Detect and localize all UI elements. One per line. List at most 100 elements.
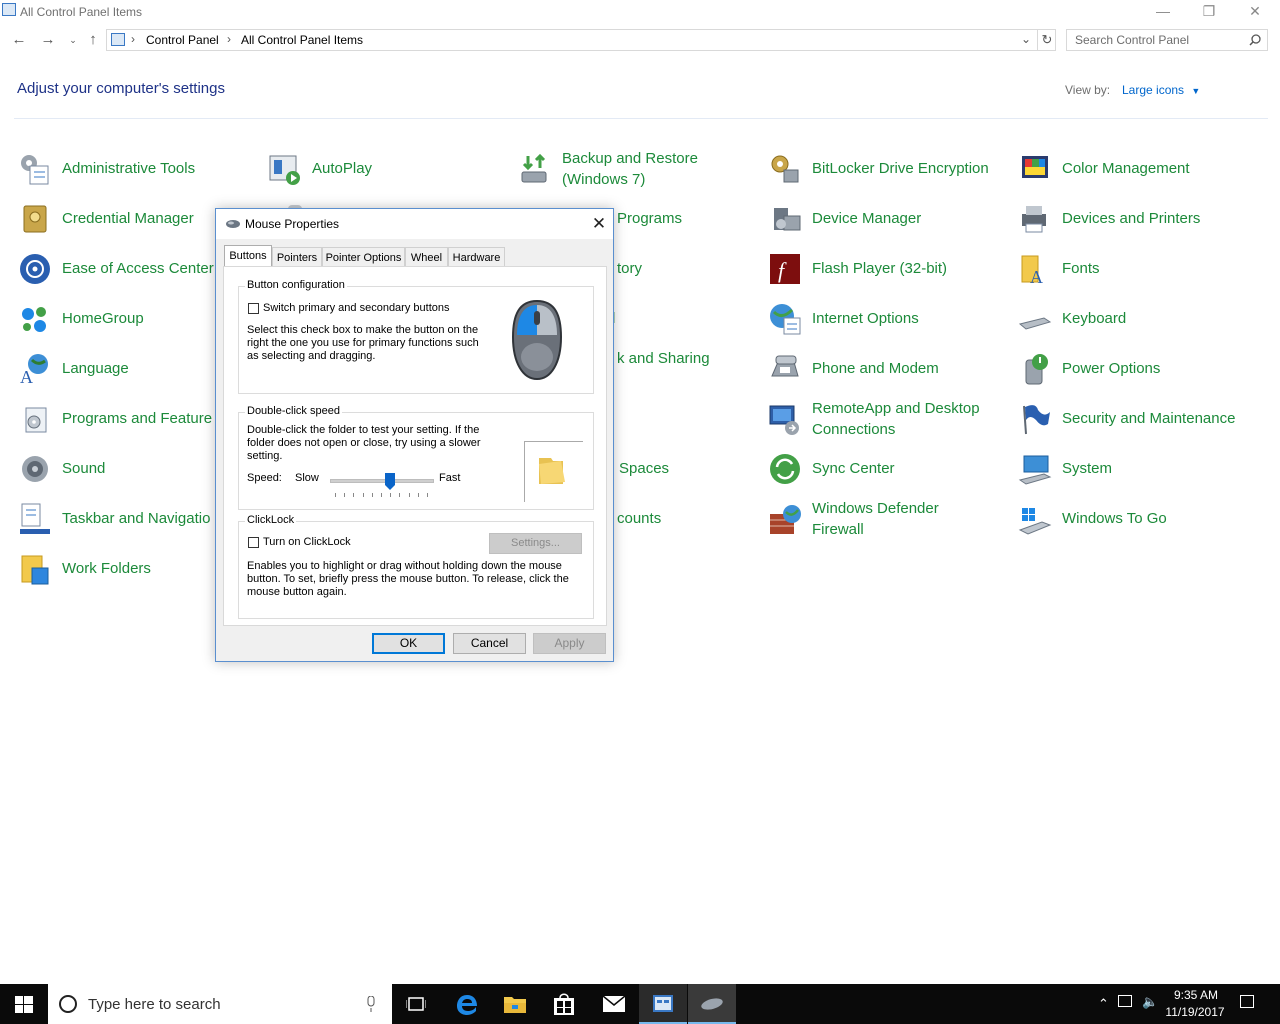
speed-label: Speed: xyxy=(247,472,282,484)
clicklock-label[interactable]: Turn on ClickLock xyxy=(263,536,351,549)
svg-text:A: A xyxy=(20,367,33,386)
clicklock-settings-button[interactable]: Settings... xyxy=(489,533,582,554)
cp-item-language[interactable]: A Language xyxy=(18,350,218,390)
cp-item-label: Flash Player (32-bit) xyxy=(812,260,948,277)
test-folder-area[interactable] xyxy=(524,441,583,502)
clock-time[interactable]: 9:35 AM xyxy=(1166,988,1226,1002)
switch-buttons-label[interactable]: Switch primary and secondary buttons xyxy=(263,302,449,315)
cp-item-color-management[interactable]: Color Management xyxy=(1018,150,1268,190)
tab-buttons[interactable]: Buttons xyxy=(224,245,272,268)
cp-item-homegroup[interactable]: HomeGroup xyxy=(18,300,218,340)
cp-item-label: Color Management xyxy=(1062,160,1190,177)
cp-item-sync-center[interactable]: Sync Center xyxy=(768,450,1008,490)
microphone-icon[interactable] xyxy=(366,996,376,1012)
cp-item-fonts[interactable]: A Fonts xyxy=(1018,250,1268,290)
back-arrow-icon[interactable]: ← xyxy=(9,30,29,50)
double-click-speed-slider[interactable] xyxy=(330,471,434,501)
cp-item-remoteapp[interactable]: RemoteApp and Desktop Connections xyxy=(768,400,1008,440)
volume-icon[interactable]: 🔈 xyxy=(1142,994,1158,1010)
recent-locations-chevron-icon[interactable]: ⌄ xyxy=(63,30,83,50)
taskbar-search-box[interactable]: Type here to search xyxy=(48,984,392,1024)
restore-button[interactable]: ❐ xyxy=(1186,0,1232,24)
cp-item-device-manager[interactable]: Device Manager xyxy=(768,200,1008,240)
refresh-icon[interactable]: ↻ xyxy=(1037,30,1056,50)
network-icon[interactable] xyxy=(1118,995,1132,1007)
cp-item-label-line2: Firewall xyxy=(812,521,864,538)
cp-item-flash-player[interactable]: f Flash Player (32-bit) xyxy=(768,250,1008,290)
cp-item-keyboard[interactable]: Keyboard xyxy=(1018,300,1268,340)
taskbar-mail-button[interactable] xyxy=(590,984,638,1024)
cp-item-credential-manager[interactable]: Credential Manager xyxy=(18,200,218,240)
cp-item-autoplay[interactable]: AutoPlay xyxy=(268,150,468,190)
double-click-desc-line: folder does not open or close, try using… xyxy=(247,437,481,449)
cortana-icon xyxy=(59,995,77,1013)
action-center-icon[interactable] xyxy=(1240,995,1254,1008)
cp-item-label: Device Manager xyxy=(812,210,922,227)
address-bar[interactable]: › Control Panel › All Control Panel Item… xyxy=(106,29,1056,51)
double-click-speed-group: Double-click speed Double-click the fold… xyxy=(238,405,594,510)
cp-item-devices-printers[interactable]: Devices and Printers xyxy=(1018,200,1268,240)
windows-to-go-icon xyxy=(1018,508,1052,535)
breadcrumb-control-panel[interactable]: Control Panel xyxy=(146,33,219,47)
devices-printers-icon xyxy=(1022,206,1046,233)
up-arrow-icon[interactable]: ↑ xyxy=(83,30,103,50)
cp-item-storage-spaces-label[interactable]: Spaces xyxy=(619,458,669,479)
cp-item-programs-features[interactable]: Programs and Feature xyxy=(18,400,216,440)
cp-item-default-programs-label[interactable]: Programs xyxy=(617,208,682,229)
task-view-button[interactable] xyxy=(392,984,440,1024)
cp-item-security-maintenance[interactable]: Security and Maintenance xyxy=(1018,400,1268,440)
taskbar-file-explorer-button[interactable] xyxy=(491,984,539,1024)
clicklock-checkbox[interactable] xyxy=(248,537,259,548)
programs-features-icon xyxy=(25,407,47,433)
address-dropdown-icon[interactable]: ⌄ xyxy=(1021,32,1031,46)
taskbar-mouse-properties-button[interactable] xyxy=(688,984,736,1024)
cp-item-administrative-tools[interactable]: Administrative Tools xyxy=(18,150,218,190)
tab-wheel[interactable]: Wheel xyxy=(405,247,448,267)
cp-item-taskbar-navigation[interactable]: Taskbar and Navigatio xyxy=(18,500,216,540)
cp-item-file-history-label[interactable]: tory xyxy=(617,258,642,279)
language-icon: A xyxy=(20,354,48,386)
dialog-title-bar[interactable]: Mouse Properties ✕ xyxy=(216,209,613,239)
dialog-close-button[interactable]: ✕ xyxy=(588,213,610,235)
cp-item-work-folders[interactable]: Work Folders xyxy=(18,550,218,590)
cp-item-user-accounts-label[interactable]: counts xyxy=(617,508,661,529)
search-box[interactable]: Search Control Panel xyxy=(1066,29,1268,51)
taskbar-edge-button[interactable] xyxy=(442,984,490,1024)
show-hidden-icons-icon[interactable]: ⌃ xyxy=(1098,996,1109,1012)
minimize-button[interactable]: — xyxy=(1140,0,1186,24)
ok-button[interactable]: OK xyxy=(372,633,445,654)
dropdown-arrow-icon: ▼ xyxy=(1191,86,1201,96)
slider-tick xyxy=(363,493,364,497)
clock-date[interactable]: 11/19/2017 xyxy=(1160,1005,1230,1019)
apply-button[interactable]: Apply xyxy=(533,633,606,654)
cp-item-windows-defender[interactable]: Windows Defender Firewall xyxy=(768,500,1008,540)
svg-text:A: A xyxy=(1030,267,1043,286)
switch-buttons-checkbox[interactable] xyxy=(248,303,259,314)
cancel-button[interactable]: Cancel xyxy=(453,633,526,654)
taskbar-control-panel-button[interactable] xyxy=(639,984,687,1024)
close-button[interactable]: ✕ xyxy=(1232,0,1278,24)
breadcrumb-separator-icon: › xyxy=(227,32,231,46)
cp-item-system[interactable]: System xyxy=(1018,450,1268,490)
tab-pointers[interactable]: Pointers xyxy=(272,247,322,267)
cp-item-internet-options[interactable]: Internet Options xyxy=(768,300,1008,340)
search-icon xyxy=(1249,34,1261,46)
cp-item-phone-modem[interactable]: Phone and Modem xyxy=(768,350,1008,390)
cp-item-network-sharing-label[interactable]: k and Sharing xyxy=(617,348,710,369)
breadcrumb-all-items[interactable]: All Control Panel Items xyxy=(241,33,363,47)
cp-item-power-options[interactable]: Power Options xyxy=(1018,350,1268,390)
taskbar-store-button[interactable] xyxy=(540,984,588,1024)
forward-arrow-icon[interactable]: → xyxy=(38,30,58,50)
group-title: Button configuration xyxy=(245,279,347,291)
cp-item-backup-restore[interactable]: Backup and Restore (Windows 7) xyxy=(518,150,748,190)
cp-item-bitlocker[interactable]: BitLocker Drive Encryption xyxy=(768,150,1008,190)
slider-thumb[interactable] xyxy=(385,473,395,490)
cp-item-windows-to-go[interactable]: Windows To Go xyxy=(1018,500,1268,540)
tab-pointer-options[interactable]: Pointer Options xyxy=(322,247,405,267)
view-by-dropdown[interactable]: Large icons ▼ xyxy=(1122,83,1200,97)
cp-item-ease-of-access[interactable]: Ease of Access Center xyxy=(18,250,218,290)
start-button[interactable] xyxy=(0,984,48,1024)
tab-hardware[interactable]: Hardware xyxy=(448,247,505,267)
cp-item-label: Credential Manager xyxy=(62,210,194,227)
cp-item-sound[interactable]: Sound xyxy=(18,450,218,490)
